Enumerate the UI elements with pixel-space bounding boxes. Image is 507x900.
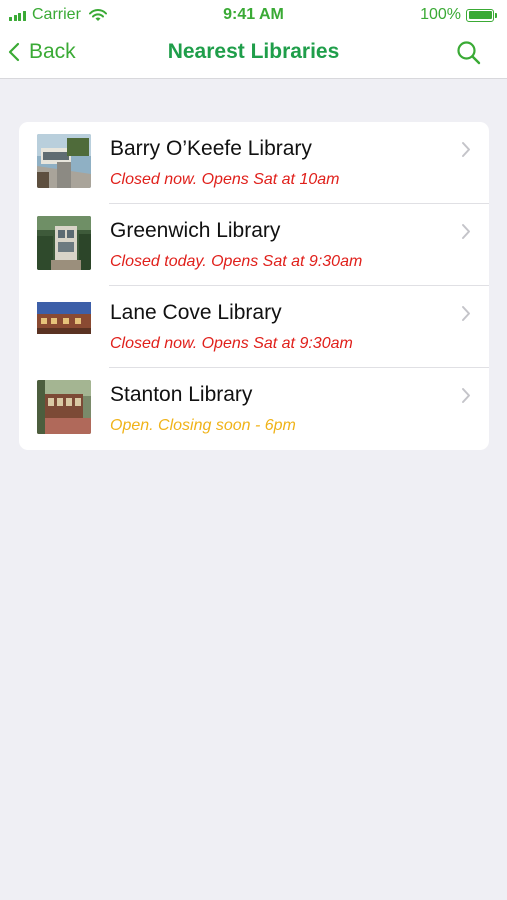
status-right: 100% [420,6,497,24]
navigation-bar: Back Nearest Libraries [0,30,507,79]
chevron-right-icon [462,142,470,157]
library-row-barry-okeefe[interactable]: Barry O’Keefe Library Closed now. Opens … [19,122,489,204]
library-name: Stanton Library [110,383,253,406]
battery-cap [495,12,497,18]
library-photo [37,380,91,434]
library-name: Greenwich Library [110,219,281,242]
chevron-right-icon [462,306,470,321]
status-bar: Carrier 9:41 AM 100% [0,0,507,30]
library-photo [37,298,91,352]
chevron-right-icon [462,224,470,239]
library-row-greenwich[interactable]: Greenwich Library Closed today. Opens Sa… [19,204,489,286]
search-icon[interactable] [455,39,483,67]
library-row-stanton[interactable]: Stanton Library Open. Closing soon - 6pm [19,368,489,450]
library-photo [37,134,91,188]
page-title: Nearest Libraries [167,40,340,63]
library-row-lane-cove[interactable]: Lane Cove Library Closed now. Opens Sat … [19,286,489,368]
library-name: Barry O’Keefe Library [110,137,312,160]
battery-fill [468,11,492,19]
battery-icon [466,8,494,22]
chevron-right-icon [462,388,470,403]
library-status: Closed now. Opens Sat at 10am [110,171,340,188]
library-name: Lane Cove Library [110,301,282,324]
library-status: Closed now. Opens Sat at 9:30am [110,335,353,352]
library-list: Barry O’Keefe Library Closed now. Opens … [19,122,489,450]
library-status: Open. Closing soon - 6pm [110,417,296,434]
library-status: Closed today. Opens Sat at 9:30am [110,253,363,270]
library-photo [37,216,91,270]
battery-percentage: 100% [420,6,461,23]
